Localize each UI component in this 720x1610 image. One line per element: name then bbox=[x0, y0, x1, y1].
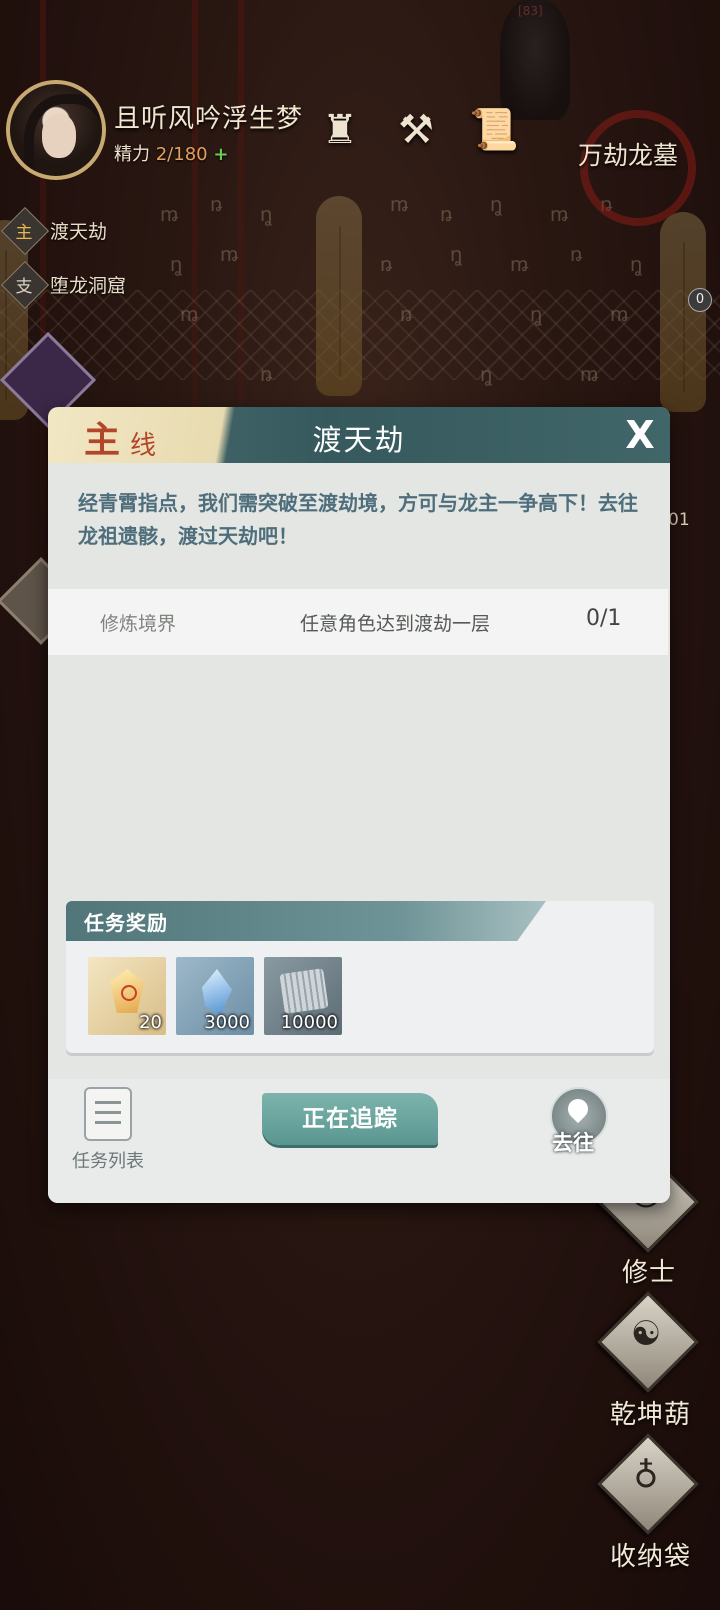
location-name[interactable]: 万劫龙墓 bbox=[578, 136, 678, 172]
stamina-value: 2/180 bbox=[155, 144, 208, 165]
reward-item[interactable]: 10000 bbox=[264, 957, 342, 1035]
quest-list-label[interactable]: 任务列表 bbox=[72, 1147, 144, 1173]
storage-bag-button[interactable]: ♁ bbox=[597, 1433, 699, 1535]
reward-panel: 任务奖励 20 3000 10000 bbox=[66, 901, 654, 1053]
map-pin-icon bbox=[563, 1094, 593, 1124]
gourd-label: 乾坤葫 bbox=[610, 1400, 692, 1430]
player-name: 且听风吟浮生梦 bbox=[114, 104, 304, 134]
main-quest-name[interactable]: 渡天劫 bbox=[50, 217, 107, 244]
quest-description: 经青霄指点，我们需突破至渡劫境，方可与龙主一争高下！去往龙祖遗骸，渡过天劫吧！ bbox=[78, 491, 638, 548]
dialog-footer: 任务列表 正在追踪 去往 bbox=[48, 1079, 670, 1203]
reward-count: 20 bbox=[139, 1012, 162, 1033]
requirement-row: 修炼境界 任意角色达到渡劫一层 0/1 bbox=[48, 589, 668, 655]
side-quest-name[interactable]: 堕龙洞窟 bbox=[50, 271, 126, 298]
storage-bag-icon: ♁ bbox=[633, 1456, 659, 1496]
side-quest-tag-label: 支 bbox=[15, 277, 33, 297]
reward-count: 10000 bbox=[280, 1012, 338, 1033]
scroll-icon bbox=[279, 968, 329, 1014]
reward-item[interactable]: 3000 bbox=[176, 957, 254, 1035]
side-number: 01 bbox=[668, 510, 690, 530]
dialog-title: 渡天劫 bbox=[312, 423, 406, 457]
tracking-button[interactable]: 正在追踪 bbox=[262, 1093, 438, 1145]
quest-dialog: 主 线 渡天劫 X 经青霄指点，我们需突破至渡劫境，方可与龙主一争高下！去往龙祖… bbox=[48, 407, 670, 1203]
notification-badge: 0 bbox=[688, 288, 712, 312]
goto-label[interactable]: 去往 bbox=[552, 1127, 594, 1157]
player-avatar[interactable] bbox=[6, 80, 106, 180]
scroll-map-icon[interactable]: 📜 bbox=[466, 100, 522, 160]
gourd-icon: ☯ bbox=[630, 1314, 662, 1354]
requirement-text: 任意角色达到渡劫一层 bbox=[300, 613, 491, 635]
reward-title: 任务奖励 bbox=[84, 911, 168, 935]
totem-icon[interactable]: ♜ bbox=[312, 100, 368, 160]
quest-list-button[interactable] bbox=[84, 1087, 132, 1141]
stamina-display: 精力 2/180 + bbox=[114, 140, 228, 166]
requirement-label: 修炼境界 bbox=[100, 613, 177, 635]
stamina-label: 精力 bbox=[114, 144, 150, 165]
cultivator-label: 修士 bbox=[622, 1258, 677, 1288]
spade-icon[interactable]: ⚒ bbox=[388, 100, 444, 160]
storage-bag-label: 收纳袋 bbox=[610, 1542, 692, 1572]
gem-icon bbox=[110, 969, 144, 1013]
reward-item[interactable]: 20 bbox=[88, 957, 166, 1035]
requirement-progress: 0/1 bbox=[586, 606, 622, 631]
main-quest-tag-label: 主 bbox=[15, 223, 33, 243]
reward-count: 3000 bbox=[204, 1012, 250, 1033]
gourd-button[interactable]: ☯ bbox=[597, 1291, 699, 1393]
close-button[interactable]: X bbox=[618, 413, 662, 457]
list-icon bbox=[95, 1101, 121, 1104]
crystal-icon bbox=[202, 969, 232, 1015]
stamina-add-button[interactable]: + bbox=[213, 144, 228, 165]
